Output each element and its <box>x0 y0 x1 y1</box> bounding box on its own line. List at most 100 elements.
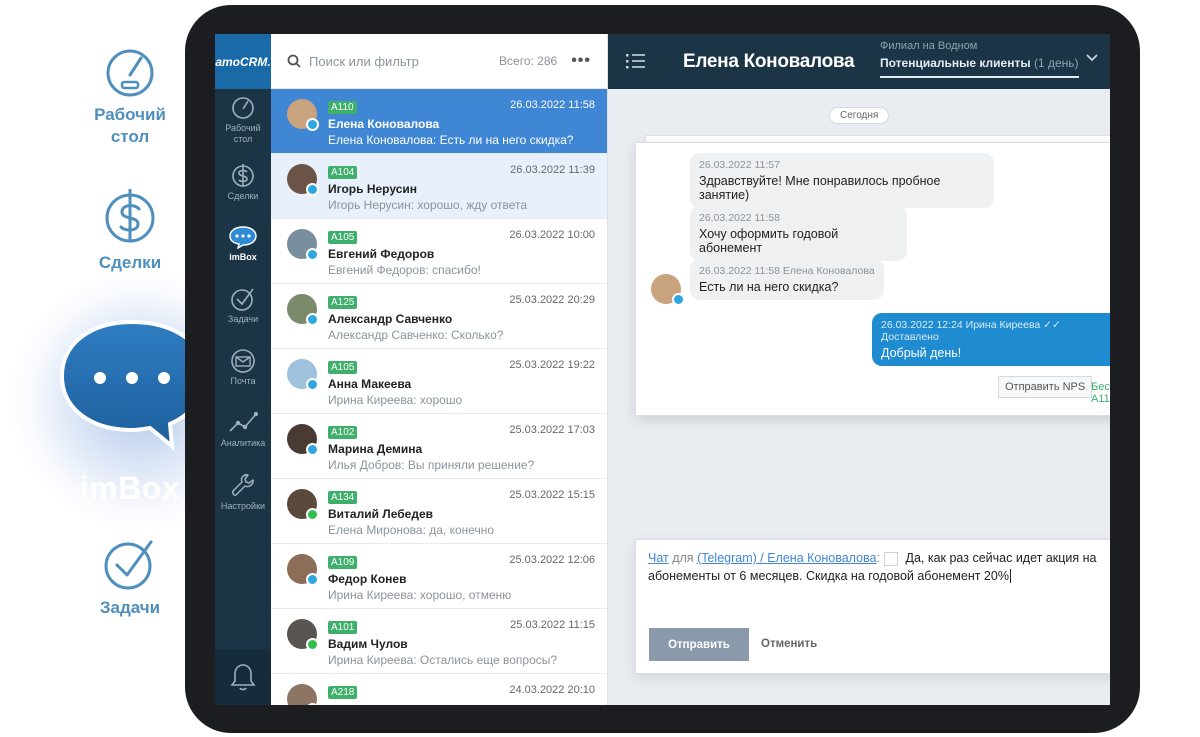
promo-label-imbox: imBox <box>79 470 181 506</box>
message-bubble: 26.03.2022 11:58 Елена Коновалова Есть л… <box>690 259 884 300</box>
conversation-date: 24.03.2022 20:10 <box>509 684 595 696</box>
recipient-link[interactable]: (Telegram) / Елена Коновалова <box>697 551 876 565</box>
speedometer-icon <box>106 49 154 97</box>
telegram-icon <box>306 118 319 131</box>
conversation-tag: A105 <box>328 231 358 244</box>
conversation-tag: A105 <box>328 361 358 374</box>
sidebar-label: Задачи <box>227 314 259 324</box>
conversation-name: Марина Демина <box>328 442 423 456</box>
conversation-name: Анна Макеева <box>328 377 412 391</box>
message-composer: Чат для (Telegram) / Елена Коновалова: Д… <box>635 539 1110 674</box>
conversation-item[interactable]: A102 25.03.2022 17:03 Марина Демина Илья До… <box>271 414 607 479</box>
send-button[interactable]: Отправить <box>649 628 749 661</box>
sidebar-item-deals[interactable]: Сделки <box>215 151 271 213</box>
sidebar-item-mail[interactable]: Почта <box>215 337 271 399</box>
chat-header: Елена Коновалова Филиал на Водном Потенц… <box>608 34 1110 89</box>
conversation-date: 25.03.2022 12:06 <box>509 554 595 566</box>
conversation-item[interactable]: A134 25.03.2022 15:15 Виталий Лебедев Елена… <box>271 479 607 544</box>
sidebar: amoCRM. Рабочий стол Сделки imBox Задачи… <box>215 34 271 705</box>
conversation-tag: A101 <box>328 621 358 634</box>
whatsapp-icon <box>306 508 319 521</box>
telegram-icon <box>306 703 319 705</box>
message-card: 26.03.2022 11:57 Здравствуйте! Мне понра… <box>635 142 1110 416</box>
pipeline-duration: (1 день) <box>1033 56 1079 70</box>
conversation-item[interactable]: A125 25.03.2022 20:29 Александр Савченко Ал… <box>271 284 607 349</box>
conversation-preview: Евгений Федоров: спасибо! <box>328 263 481 277</box>
conversation-name: Елена Коновалова <box>328 117 440 131</box>
conversation-preview: Александр Савченко: Сколько? <box>328 328 504 342</box>
more-options-button[interactable]: ••• <box>571 52 591 70</box>
chevron-down-icon[interactable] <box>1086 54 1098 62</box>
conversation-tag: A104 <box>328 166 358 179</box>
notifications-button[interactable] <box>215 649 271 705</box>
search-input[interactable] <box>309 53 499 69</box>
conversation-name: Евгений Федоров <box>328 247 435 261</box>
checkmark-icon <box>231 288 254 311</box>
conversation-date: 25.03.2022 11:15 <box>510 619 595 631</box>
message-bubble: 26.03.2022 11:58 Хочу оформить годовой а… <box>690 206 907 261</box>
conversation-preview: Илья Добров: Вы приняли решение? <box>328 458 535 472</box>
branch-name: Филиал на Водном <box>880 40 978 52</box>
chat-type-link[interactable]: Чат <box>648 551 669 565</box>
conversation-preview: Елена Миронова: да, конечно <box>328 523 495 537</box>
sidebar-item-settings[interactable]: Настройки <box>215 461 271 523</box>
message-text: Хочу оформить годовой абонемент <box>699 227 839 255</box>
dollar-icon <box>232 164 254 187</box>
conversation-tag: A218 <box>328 686 358 699</box>
conversation-item[interactable]: A218 24.03.2022 20:10 <box>271 674 607 705</box>
conversation-date: 25.03.2022 15:15 <box>509 489 595 501</box>
conversation-tag: A134 <box>328 491 358 504</box>
search-icon[interactable] <box>287 54 301 68</box>
conversation-preview: Елена Коновалова: Есть ли на него скидка… <box>328 133 574 147</box>
logo[interactable]: amoCRM. <box>215 34 271 89</box>
conversation-link[interactable]: Беседа № A110 <box>1091 381 1110 405</box>
list-menu-icon[interactable] <box>626 52 646 70</box>
telegram-icon <box>306 248 319 261</box>
cancel-button[interactable]: Отменить <box>761 638 817 650</box>
contact-name[interactable]: Елена Коновалова <box>683 51 855 73</box>
conversation-name: Виталий Лебедев <box>328 507 433 521</box>
send-nps-button[interactable]: Отправить NPS <box>998 376 1093 398</box>
conversation-date: 25.03.2022 20:29 <box>509 294 595 306</box>
wrench-icon <box>232 474 254 496</box>
conversation-preview: Ирина Киреева: Остались еще вопросы? <box>328 653 558 667</box>
conversation-preview: Игорь Нерусин: хорошо, жду ответа <box>328 198 528 212</box>
conversation-item[interactable]: A104 26.03.2022 11:39 Игорь Нерусин Игорь Н… <box>271 154 607 219</box>
total-count: Всего: 286 <box>499 54 558 68</box>
conversation-item[interactable]: A105 26.03.2022 10:00 Евгений Федоров Евген… <box>271 219 607 284</box>
sidebar-item-desktop[interactable]: Рабочий стол <box>215 89 271 151</box>
chevron-down-icon[interactable] <box>884 551 898 566</box>
sidebar-item-analytics[interactable]: Аналитика <box>215 399 271 461</box>
conversation-tag: A125 <box>328 296 358 309</box>
analytics-icon <box>229 411 258 432</box>
conversation-name: Александр Савченко <box>328 312 453 326</box>
for-label: для <box>672 551 694 565</box>
conversation-preview: Ирина Киреева: хорошо <box>328 393 463 407</box>
telegram-icon <box>306 313 319 326</box>
conversation-date: 26.03.2022 10:00 <box>509 229 595 241</box>
message-meta: 26.03.2022 11:58 Елена Коновалова <box>699 265 875 277</box>
bell-icon <box>230 664 256 691</box>
conversation-date: 25.03.2022 17:03 <box>509 424 595 436</box>
conversation-tag: A109 <box>328 556 358 569</box>
app-screen: amoCRM. Рабочий стол Сделки imBox Задачи… <box>215 34 1110 705</box>
conversation-name: Федор Конев <box>328 572 407 586</box>
sidebar-item-imbox[interactable]: imBox <box>215 213 271 275</box>
telegram-icon <box>306 378 319 391</box>
conversation-item[interactable]: A110 26.03.2022 11:58 Елена Коновалова Елен… <box>271 89 607 154</box>
sidebar-label: Аналитика <box>220 438 266 448</box>
message-text: Добрый день! <box>881 346 962 360</box>
conversation-item[interactable]: A105 25.03.2022 19:22 Анна Макеева Ирина Ки… <box>271 349 607 414</box>
conversation-item[interactable]: A101 25.03.2022 11:15 Вадим Чулов Ирина Кир… <box>271 609 607 674</box>
telegram-icon <box>672 293 685 306</box>
telegram-icon <box>306 183 319 196</box>
pipeline-label: Потенциальные клиенты <box>880 56 1031 70</box>
pipeline-stage[interactable]: Потенциальные клиенты (1 день) <box>880 56 1079 78</box>
sidebar-item-tasks[interactable]: Задачи <box>215 275 271 337</box>
conversation-name: Игорь Нерусин <box>328 182 418 196</box>
stage: Рабочий стол Сделки imBox Задачи amoCRM.… <box>0 0 1200 737</box>
message-meta: 26.03.2022 12:24 Ирина Киреева ✓✓ Достав… <box>881 319 1061 343</box>
conversation-item[interactable]: A109 25.03.2022 12:06 Федор Конев Ирина Кир… <box>271 544 607 609</box>
composer-input[interactable]: Чат для (Telegram) / Елена Коновалова: Д… <box>648 549 1110 585</box>
conversation-list: Всего: 286 ••• A110 26.03.2022 11:58 Елена… <box>271 34 608 705</box>
